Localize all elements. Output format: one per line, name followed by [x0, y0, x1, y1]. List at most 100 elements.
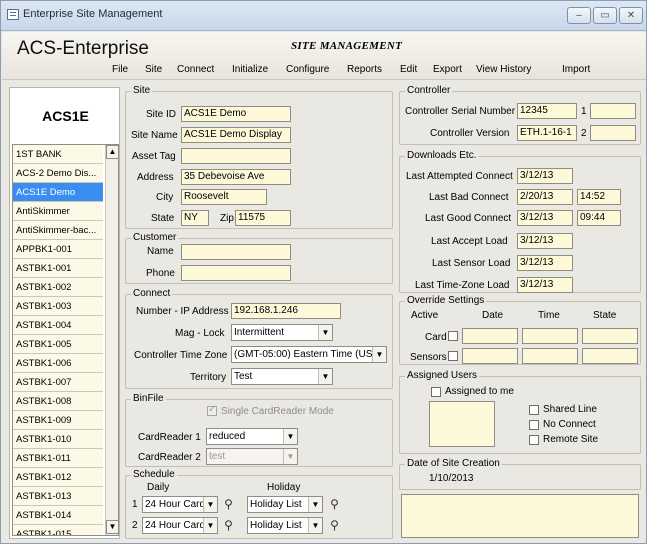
- close-button[interactable]: ✕: [619, 7, 643, 24]
- list-item-selected[interactable]: ACS1E Demo: [13, 183, 103, 202]
- override-card-date[interactable]: [462, 328, 518, 344]
- assigned-to-me-checkbox[interactable]: [431, 387, 441, 397]
- list-item[interactable]: ASTBK1-013: [13, 487, 103, 506]
- site-name-field[interactable]: ACS1E Demo Display: [181, 127, 291, 143]
- address-field[interactable]: 35 Debevoise Ave: [181, 169, 291, 185]
- menu-edit[interactable]: Edit: [400, 64, 417, 75]
- menu-reports[interactable]: Reports: [347, 64, 382, 75]
- cardreader2-dropdown[interactable]: test ▼: [206, 448, 298, 465]
- list-item[interactable]: 1ST BANK: [13, 145, 103, 164]
- last-bad-label: Last Bad Connect: [429, 192, 509, 203]
- override-sensors-date[interactable]: [462, 348, 518, 364]
- window: Enterprise Site Management – ▭ ✕ ACS-Ent…: [0, 0, 647, 544]
- controller-one-field[interactable]: [590, 103, 636, 119]
- list-item[interactable]: APPBK1-001: [13, 240, 103, 259]
- override-sensors-time[interactable]: [522, 348, 578, 364]
- search-icon[interactable]: ⚲: [221, 496, 236, 512]
- daily-dropdown-2[interactable]: 24 Hour Card ▼: [142, 517, 218, 534]
- controller-two-field[interactable]: [590, 125, 636, 141]
- list-item[interactable]: ASTBK1-011: [13, 449, 103, 468]
- mag-lock-dropdown[interactable]: Intermittent ▼: [231, 324, 333, 341]
- last-bad-time[interactable]: 14:52: [577, 189, 621, 205]
- minimize-button[interactable]: –: [567, 7, 591, 24]
- menu-configure[interactable]: Configure: [286, 64, 329, 75]
- override-date-header: Date: [482, 310, 504, 321]
- override-sensors-checkbox[interactable]: [448, 351, 458, 361]
- no-connect-checkbox[interactable]: [529, 420, 539, 430]
- menu-connect[interactable]: Connect: [177, 64, 214, 75]
- override-card-time[interactable]: [522, 328, 578, 344]
- list-item[interactable]: ASTBK1-004: [13, 316, 103, 335]
- scroll-down-icon[interactable]: ▼: [106, 520, 118, 534]
- list-item[interactable]: ASTBK1-012: [13, 468, 103, 487]
- override-card-state[interactable]: [582, 328, 638, 344]
- cardreader1-dropdown[interactable]: reduced ▼: [206, 428, 298, 445]
- last-attempted-date[interactable]: 3/12/13: [517, 168, 573, 184]
- chevron-down-icon: ▼: [308, 497, 322, 512]
- asset-tag-field[interactable]: [181, 148, 291, 164]
- timezone-label: Controller Time Zone: [134, 350, 228, 361]
- territory-dropdown[interactable]: Test ▼: [231, 368, 333, 385]
- last-good-time[interactable]: 09:44: [577, 210, 621, 226]
- list-item[interactable]: AntiSkimmer: [13, 202, 103, 221]
- downloads-legend: Downloads Etc.: [405, 150, 479, 161]
- remote-site-checkbox[interactable]: [529, 435, 539, 445]
- list-scrollbar[interactable]: ▲ ▼: [105, 145, 118, 535]
- app-header: ACS-Enterprise SITE MANAGEMENT File Site…: [2, 32, 646, 80]
- assigned-users-list[interactable]: [429, 401, 495, 447]
- search-icon[interactable]: ⚲: [327, 496, 342, 512]
- zip-field[interactable]: 11575: [235, 210, 291, 226]
- menu-view-history[interactable]: View History: [476, 64, 531, 75]
- version-field[interactable]: ETH.1-16-1: [517, 125, 577, 141]
- last-bad-date[interactable]: 2/20/13: [517, 189, 573, 205]
- serial-field[interactable]: 12345: [517, 103, 577, 119]
- override-sensors-state[interactable]: [582, 348, 638, 364]
- list-item[interactable]: ASTBK1-005: [13, 335, 103, 354]
- last-sensor-date[interactable]: 3/12/13: [517, 255, 573, 271]
- search-icon[interactable]: ⚲: [221, 517, 236, 533]
- list-item[interactable]: ASTBK1-002: [13, 278, 103, 297]
- holiday-dropdown-2[interactable]: Holiday List ▼: [247, 517, 323, 534]
- controller-one-label: 1: [581, 106, 587, 117]
- site-id-field[interactable]: ACS1E Demo: [181, 106, 291, 122]
- single-cardreader-checkbox[interactable]: [207, 404, 217, 416]
- list-item[interactable]: ASTBK1-008: [13, 392, 103, 411]
- list-item[interactable]: ASTBK1-014: [13, 506, 103, 525]
- last-sensor-label: Last Sensor Load: [432, 258, 511, 269]
- search-icon[interactable]: ⚲: [327, 517, 342, 533]
- menu-export[interactable]: Export: [433, 64, 462, 75]
- notes-box[interactable]: [401, 494, 639, 538]
- ip-field[interactable]: 192.168.1.246: [231, 303, 341, 319]
- menu-site[interactable]: Site: [145, 64, 162, 75]
- list-item[interactable]: ASTBK1-003: [13, 297, 103, 316]
- site-list[interactable]: 1ST BANK ACS-2 Demo Dis... ACS1E Demo An…: [12, 144, 119, 536]
- menu-initialize[interactable]: Initialize: [232, 64, 268, 75]
- scroll-up-icon[interactable]: ▲: [106, 145, 118, 159]
- state-field[interactable]: NY: [181, 210, 209, 226]
- daily-dropdown-1[interactable]: 24 Hour Card ▼: [142, 496, 218, 513]
- list-item[interactable]: ASTBK1-007: [13, 373, 103, 392]
- list-item[interactable]: ASTBK1-009: [13, 411, 103, 430]
- holiday-dropdown-1[interactable]: Holiday List ▼: [247, 496, 323, 513]
- list-item[interactable]: ASTBK1-010: [13, 430, 103, 449]
- last-good-date[interactable]: 3/12/13: [517, 210, 573, 226]
- list-item[interactable]: ACS-2 Demo Dis...: [13, 164, 103, 183]
- list-item[interactable]: ASTBK1-015: [13, 525, 103, 535]
- maximize-button[interactable]: ▭: [593, 7, 617, 24]
- list-item[interactable]: ASTBK1-006: [13, 354, 103, 373]
- override-active-header: Active: [411, 310, 439, 321]
- city-field[interactable]: Roosevelt: [181, 189, 267, 205]
- list-item[interactable]: ASTBK1-001: [13, 259, 103, 278]
- shared-line-checkbox[interactable]: [529, 405, 539, 415]
- customer-name-field[interactable]: [181, 244, 291, 260]
- site-legend: Site: [131, 85, 153, 96]
- last-timezone-date[interactable]: 3/12/13: [517, 277, 573, 293]
- customer-phone-field[interactable]: [181, 265, 291, 281]
- last-accept-date[interactable]: 3/12/13: [517, 233, 573, 249]
- menu-import[interactable]: Import: [562, 64, 590, 75]
- override-card-checkbox[interactable]: [448, 331, 458, 341]
- timezone-dropdown[interactable]: (GMT-05:00) Eastern Time (US & C ▼: [231, 346, 387, 363]
- menu-file[interactable]: File: [112, 64, 128, 75]
- list-item[interactable]: AntiSkimmer-bac...: [13, 221, 103, 240]
- override-card-label: Card: [425, 332, 447, 343]
